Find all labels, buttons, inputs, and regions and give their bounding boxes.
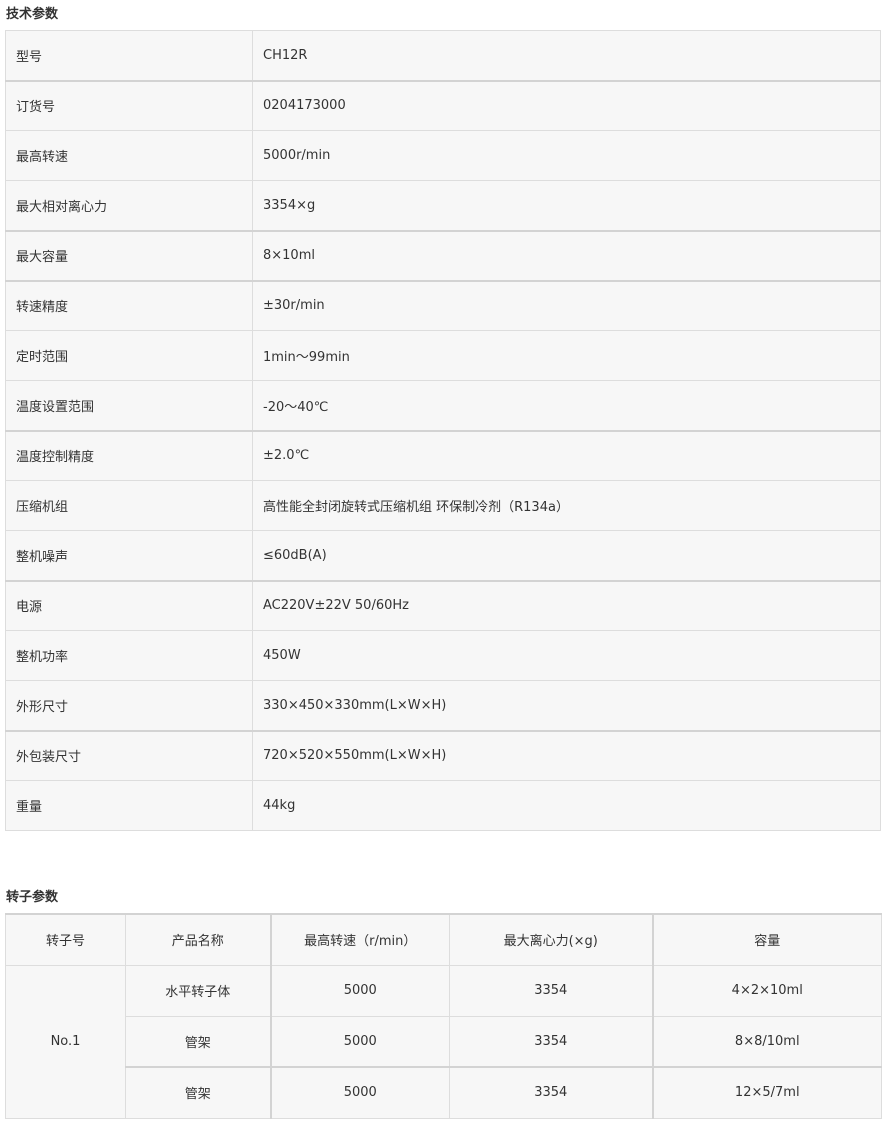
specs-table: 型号 CH12R 订货号 0204173000 最高转速 5000r/min 最… <box>5 30 881 831</box>
spec-value: 8×10ml <box>252 229 881 281</box>
spec-value: AC220V±22V 50/60Hz <box>252 579 881 631</box>
spec-key: 外包装尺寸 <box>5 729 253 781</box>
table-row: 外包装尺寸 720×520×550mm(L×W×H) <box>5 729 881 781</box>
rotor-table: 转子号 产品名称 最高转速（r/min） 最大离心力(×g) 容量 No.1 水… <box>5 913 882 1119</box>
table-row: 最高转速 5000r/min <box>5 130 881 181</box>
spec-value: -20～40℃ <box>252 380 881 431</box>
column-header: 产品名称 <box>125 913 271 966</box>
spec-value: 44kg <box>252 780 881 831</box>
product-name-cell: 管架 <box>125 1015 271 1068</box>
table-row: 重量 44kg <box>5 780 881 831</box>
spec-value: 1min～99min <box>252 330 881 381</box>
column-header: 最大离心力(×g) <box>449 913 653 966</box>
table-row: 整机功率 450W <box>5 630 881 681</box>
table-row: 压缩机组 高性能全封闭旋转式压缩机组 环保制冷剂（R134a） <box>5 480 881 531</box>
spec-value: 高性能全封闭旋转式压缩机组 环保制冷剂（R134a） <box>252 480 881 531</box>
product-name-cell: 管架 <box>125 1066 271 1119</box>
max-force-cell: 3354 <box>449 1015 653 1068</box>
spec-key: 最大相对离心力 <box>5 180 253 231</box>
capacity-cell: 4×2×10ml <box>651 964 882 1017</box>
spec-value: ±30r/min <box>252 279 881 331</box>
spec-key: 转速精度 <box>5 279 253 331</box>
table-row: 管架 5000 3354 8×8/10ml <box>6 1015 882 1068</box>
rotor-number-cell: No.1 <box>5 964 126 1119</box>
spec-key: 压缩机组 <box>5 480 253 531</box>
table-row: 温度控制精度 ±2.0℃ <box>5 429 881 481</box>
table-row: No.1 水平转子体 5000 3354 4×2×10ml <box>5 964 882 1119</box>
table-row: 最大容量 8×10ml <box>5 229 881 281</box>
table-row: 订货号 0204173000 <box>5 79 881 131</box>
spec-key: 型号 <box>5 30 253 81</box>
spec-key: 外形尺寸 <box>5 680 253 731</box>
max-force-cell: 3354 <box>449 1066 653 1119</box>
column-header: 转子号 <box>5 913 126 966</box>
table-row: 温度设置范围 -20～40℃ <box>5 380 881 431</box>
column-header: 最高转速（r/min） <box>269 913 450 966</box>
spec-key: 整机噪声 <box>5 530 253 581</box>
spec-key: 订货号 <box>5 79 253 131</box>
max-speed-cell: 5000 <box>269 1066 450 1119</box>
table-row: 转速精度 ±30r/min <box>5 279 881 331</box>
table-row: 型号 CH12R <box>5 30 881 81</box>
rotor-section-title: 转子参数 <box>6 890 59 905</box>
product-name-cell: 水平转子体 <box>125 964 271 1017</box>
capacity-cell: 12×5/7ml <box>651 1066 882 1119</box>
spec-key: 定时范围 <box>5 330 253 381</box>
spec-value: 330×450×330mm(L×W×H) <box>252 680 881 731</box>
spec-value: 720×520×550mm(L×W×H) <box>252 729 881 781</box>
spec-value: ±2.0℃ <box>252 429 881 481</box>
table-row: 外形尺寸 330×450×330mm(L×W×H) <box>5 680 881 731</box>
spec-value: CH12R <box>252 30 881 81</box>
spec-key: 温度设置范围 <box>5 380 253 431</box>
spec-value: 3354×g <box>252 180 881 231</box>
table-row: 电源 AC220V±22V 50/60Hz <box>5 579 881 631</box>
table-row: 最大相对离心力 3354×g <box>5 180 881 231</box>
spec-key: 最高转速 <box>5 130 253 181</box>
table-row: 管架 5000 3354 12×5/7ml <box>6 1066 882 1119</box>
table-row: 定时范围 1min～99min <box>5 330 881 381</box>
spec-value: 0204173000 <box>252 79 881 131</box>
spec-key: 温度控制精度 <box>5 429 253 481</box>
spec-key: 最大容量 <box>5 229 253 281</box>
max-force-cell: 3354 <box>449 964 653 1017</box>
capacity-cell: 8×8/10ml <box>651 1015 882 1068</box>
spec-key: 整机功率 <box>5 630 253 681</box>
spec-value: ≤60dB(A) <box>252 530 881 581</box>
specs-section-title: 技术参数 <box>6 7 59 22</box>
table-header-row: 转子号 产品名称 最高转速（r/min） 最大离心力(×g) 容量 <box>5 913 882 966</box>
spec-key: 重量 <box>5 780 253 831</box>
spec-value: 450W <box>252 630 881 681</box>
max-speed-cell: 5000 <box>269 1015 450 1068</box>
max-speed-cell: 5000 <box>269 964 450 1017</box>
spec-key: 电源 <box>5 579 253 631</box>
table-row: 整机噪声 ≤60dB(A) <box>5 530 881 581</box>
spec-value: 5000r/min <box>252 130 881 181</box>
column-header: 容量 <box>651 913 882 966</box>
